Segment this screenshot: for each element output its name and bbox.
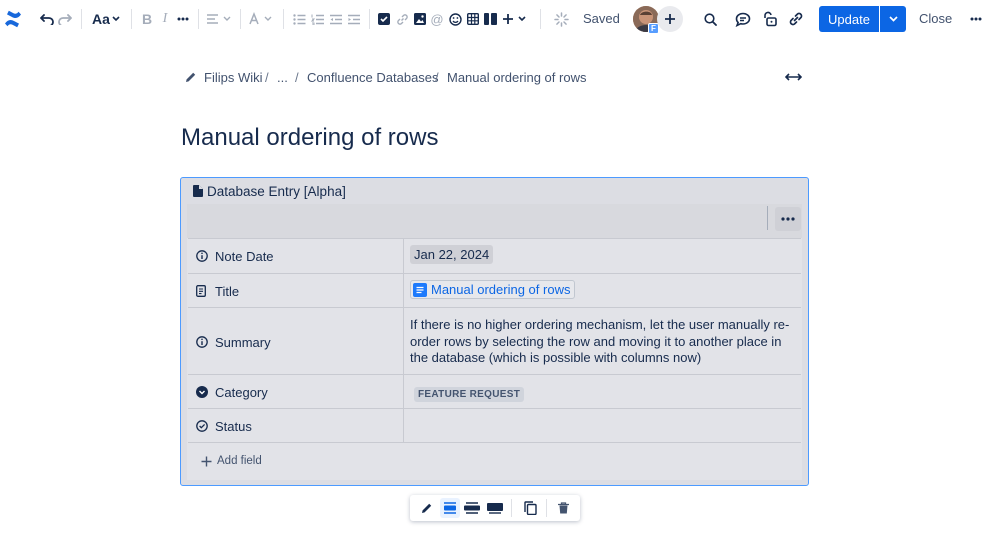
table-row: Title Manual ordering of rows: [188, 273, 801, 307]
header-divider: [767, 206, 768, 230]
redo-icon[interactable]: [57, 9, 73, 29]
entry-more-button[interactable]: [775, 207, 801, 231]
more-icon: [781, 217, 795, 221]
table-row: Note Date Jan 22, 2024: [188, 238, 801, 273]
update-button[interactable]: Update: [819, 6, 879, 32]
saved-status: Saved: [583, 11, 620, 26]
plus-icon: [665, 14, 675, 24]
breadcrumb-current[interactable]: Manual ordering of rows: [447, 70, 586, 85]
panel-title: Database Entry [Alpha]: [207, 184, 346, 199]
page-link[interactable]: Manual ordering of rows: [410, 280, 576, 299]
bullet-list-icon[interactable]: [292, 9, 306, 29]
add-field-button[interactable]: Add field: [201, 455, 262, 467]
copy-link-icon[interactable]: [787, 9, 805, 29]
field-label: Status: [215, 419, 252, 434]
task-checkbox-icon[interactable]: [377, 9, 391, 29]
toolbar-divider: [198, 9, 199, 29]
alignment-icon[interactable]: [205, 9, 233, 29]
restrictions-unlock-icon[interactable]: [760, 9, 778, 29]
breadcrumb-parent[interactable]: Confluence Databases: [307, 70, 439, 85]
page-icon: [196, 285, 206, 297]
page-link-icon: [413, 282, 427, 297]
toolbar-divider: [283, 9, 284, 29]
comment-icon[interactable]: [734, 9, 752, 29]
breadcrumb-space[interactable]: Filips Wiki: [204, 70, 263, 85]
chevron-down-icon: [888, 16, 898, 22]
full-width-toggle-icon[interactable]: [785, 72, 802, 82]
pencil-icon: [185, 71, 197, 83]
entry-table: Note Date Jan 22, 2024 Title Manual orde…: [187, 204, 802, 480]
bold-icon[interactable]: B: [140, 9, 154, 29]
info-icon: [196, 336, 208, 348]
toolbar-divider: [369, 9, 370, 29]
table-icon[interactable]: [466, 9, 480, 29]
database-entry-panel[interactable]: Database Entry [Alpha] Note Date Jan 22,…: [180, 177, 809, 486]
title-value[interactable]: Manual ordering of rows: [410, 280, 576, 300]
toolbar-divider: [511, 499, 512, 517]
edit-pencil-icon[interactable]: [417, 498, 437, 518]
extension-floating-toolbar: [410, 495, 580, 521]
note-date-value[interactable]: Jan 22, 2024: [410, 245, 494, 264]
breadcrumb-separator: /: [265, 70, 269, 85]
outdent-icon[interactable]: [328, 9, 342, 29]
toolbar-divider: [81, 9, 82, 29]
category-lozenge: FEATURE REQUEST: [414, 387, 525, 402]
field-label: Category: [215, 385, 268, 400]
layouts-icon[interactable]: [483, 9, 497, 29]
field-label: Summary: [215, 335, 271, 350]
plus-icon: [201, 456, 212, 467]
field-label: Note Date: [215, 249, 274, 264]
category-value[interactable]: FEATURE REQUEST: [414, 385, 525, 402]
more-actions-icon[interactable]: [968, 9, 984, 29]
loading-spinner-icon: [553, 9, 569, 29]
toolbar-divider: [540, 9, 541, 29]
undo-icon[interactable]: [39, 9, 55, 29]
check-circle-icon: [196, 420, 208, 432]
search-icon[interactable]: [702, 9, 718, 29]
chevron-down-icon: [112, 16, 120, 22]
summary-value[interactable]: If there is no higher ordering mechanism…: [410, 317, 795, 367]
toolbar-divider: [546, 499, 547, 517]
width-full-icon[interactable]: [485, 498, 505, 518]
breadcrumb-ellipsis[interactable]: ...: [277, 70, 288, 85]
info-icon: [196, 250, 208, 262]
toolbar-divider: [131, 9, 132, 29]
page-title[interactable]: Manual ordering of rows: [181, 124, 438, 152]
editor-toolbar: Aa B I @ Saved F Update Close: [0, 0, 998, 38]
image-icon[interactable]: [413, 9, 427, 29]
dropdown-icon: [196, 386, 208, 398]
table-row: Summary If there is no higher ordering m…: [188, 307, 801, 374]
more-formatting-icon[interactable]: [175, 9, 191, 29]
emoji-icon[interactable]: [448, 9, 462, 29]
table-row: Status: [188, 408, 801, 443]
breadcrumb-separator: /: [295, 70, 299, 85]
italic-icon[interactable]: I: [158, 9, 172, 29]
document-icon: [193, 185, 203, 197]
entry-header-bar: [187, 204, 802, 238]
text-color-icon[interactable]: [248, 9, 274, 29]
numbered-list-icon[interactable]: [310, 9, 324, 29]
update-options-button[interactable]: [880, 6, 906, 32]
link-icon[interactable]: [395, 9, 409, 29]
text-style-dropdown[interactable]: Aa: [92, 9, 120, 29]
width-default-icon[interactable]: [440, 498, 460, 518]
toolbar-divider: [240, 9, 241, 29]
delete-trash-icon[interactable]: [553, 498, 573, 518]
date-chip[interactable]: Jan 22, 2024: [410, 245, 494, 264]
confluence-logo-icon[interactable]: [3, 9, 23, 29]
text-style-label: Aa: [92, 11, 110, 27]
page-link-label: Manual ordering of rows: [431, 282, 571, 297]
breadcrumb-separator: /: [435, 70, 439, 85]
add-field-label: Add field: [217, 455, 262, 467]
insert-more-icon[interactable]: [501, 9, 529, 29]
field-label: Title: [215, 284, 240, 299]
indent-icon[interactable]: [346, 9, 360, 29]
invite-button[interactable]: [657, 6, 683, 32]
table-row: Category FEATURE REQUEST: [188, 374, 801, 408]
copy-icon[interactable]: [520, 498, 540, 518]
close-button[interactable]: Close: [919, 11, 952, 26]
mention-icon[interactable]: @: [430, 9, 444, 29]
width-wide-icon[interactable]: [462, 498, 482, 518]
